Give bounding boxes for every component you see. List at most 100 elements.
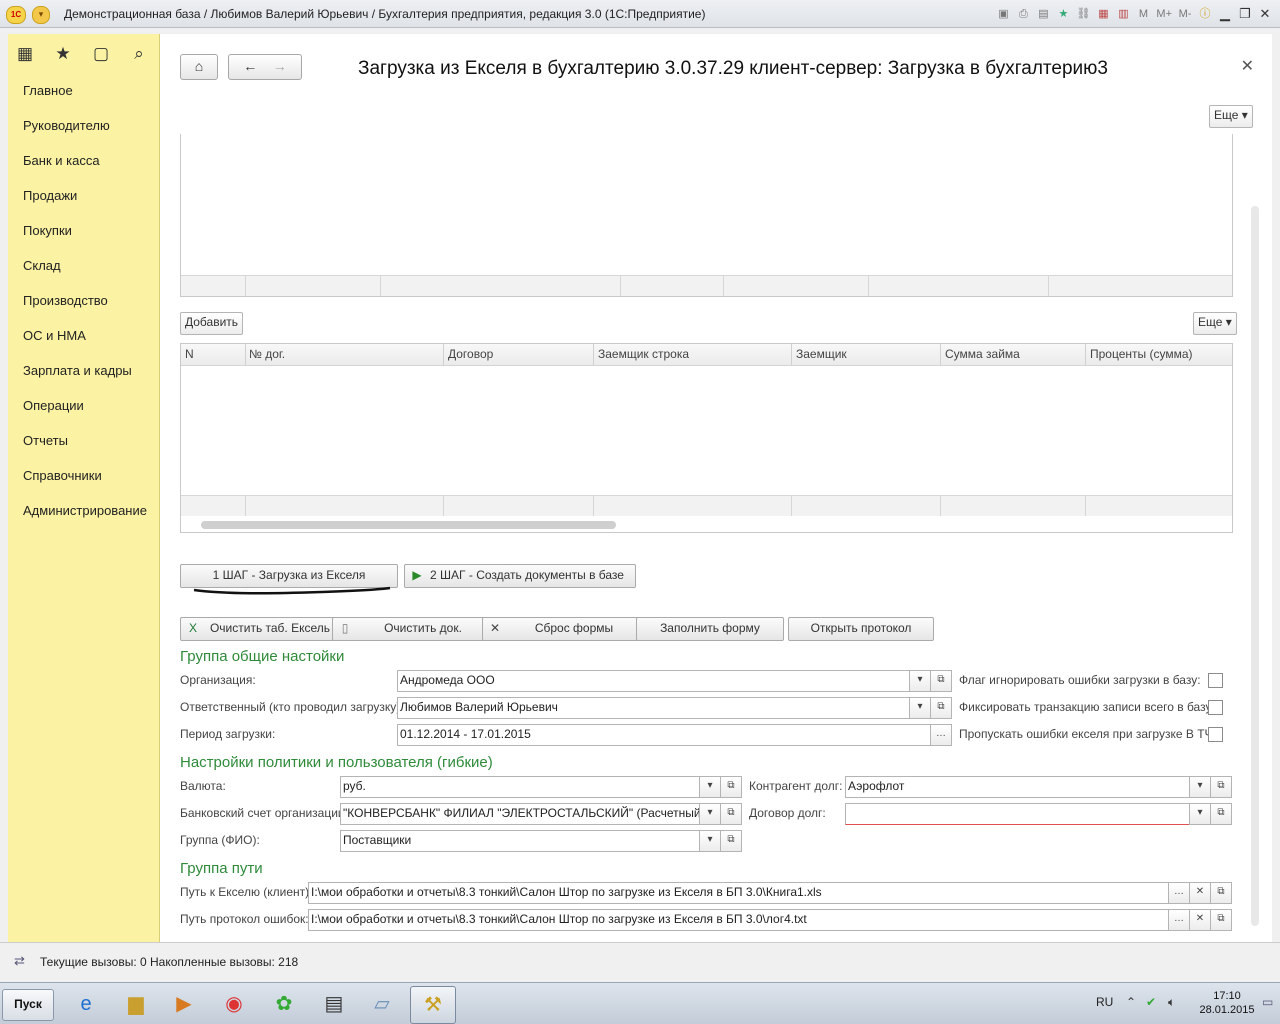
explorer-icon[interactable]: ▆ (114, 986, 158, 1022)
column-n[interactable]: N (185, 347, 194, 361)
memory-plus-button[interactable]: M+ (1156, 6, 1172, 22)
contract-field[interactable] (845, 803, 1193, 825)
column-borrower-string[interactable]: Заемщик строка (598, 347, 689, 361)
contractor-field[interactable]: Аэрофлот (845, 776, 1193, 798)
clear-docs-button[interactable]: ▯ Очистить док. (332, 617, 496, 641)
log-path-select-icon[interactable]: … (1168, 909, 1190, 931)
add-button[interactable]: Добавить (180, 312, 244, 335)
sidebar-item-production[interactable]: Производство (23, 293, 108, 308)
log-path-clear-icon[interactable]: ✕ (1189, 909, 1211, 931)
volume-icon[interactable]: 🔈︎ (1168, 995, 1175, 1010)
sidebar-item-salary[interactable]: Зарплата и кадры (23, 363, 132, 378)
column-contract[interactable]: Договор (448, 347, 493, 361)
star-icon[interactable]: ★ (54, 44, 72, 64)
close-icon[interactable]: ✕ (1241, 56, 1254, 76)
excel-table[interactable] (180, 134, 1233, 297)
vertical-scrollbar[interactable] (1251, 206, 1259, 926)
start-button[interactable]: Пуск (2, 989, 54, 1021)
sidebar-item-warehouse[interactable]: Склад (23, 258, 61, 273)
search-icon[interactable]: ⌕ (130, 44, 148, 64)
responsible-field[interactable]: Любимов Валерий Юрьевич (397, 697, 913, 719)
sidebar-item-sales[interactable]: Продажи (23, 188, 77, 203)
excel-path-open-icon[interactable]: ⧉ (1210, 882, 1232, 904)
org-field[interactable]: Андромеда ООО (397, 670, 913, 692)
responsible-open-icon[interactable]: ⧉ (930, 697, 952, 719)
1c-app-icon[interactable]: ⚒ (410, 986, 456, 1024)
sidebar-item-operations[interactable]: Операции (23, 398, 84, 413)
group-fio-field[interactable]: Поставщики (340, 830, 703, 852)
currency-dropdown-icon[interactable]: ▾ (699, 776, 721, 798)
flag-transaction-checkbox[interactable] (1208, 700, 1223, 715)
close-window-icon[interactable]: ✕ (1258, 6, 1272, 22)
show-desktop-icon[interactable]: ▭ (1262, 995, 1273, 1009)
chrome-icon[interactable]: ◉ (212, 986, 256, 1022)
log-path-field[interactable]: I:\мои обработки и отчеты\8.3 тонкий\Сал… (308, 909, 1172, 931)
apps-grid-icon[interactable]: ▦ (16, 44, 34, 64)
sidebar-item-purchases[interactable]: Покупки (23, 223, 72, 238)
org-open-icon[interactable]: ⧉ (930, 670, 952, 692)
step2-create-docs-button[interactable]: ▶ 2 ШАГ - Создать документы в базе (404, 564, 636, 588)
responsible-dropdown-icon[interactable]: ▾ (909, 697, 931, 719)
period-field[interactable]: 01.12.2014 - 17.01.2015 (397, 724, 934, 746)
memory-m-button[interactable]: M (1136, 6, 1150, 22)
flag-skip-checkbox[interactable] (1208, 727, 1223, 742)
memory-minus-button[interactable]: M- (1178, 6, 1192, 22)
history-icon[interactable]: ▢ (92, 44, 110, 64)
language-indicator[interactable]: RU (1096, 995, 1113, 1009)
excel-path-field[interactable]: I:\мои обработки и отчеты\8.3 тонкий\Сал… (308, 882, 1172, 904)
calendar-icon[interactable]: ▥ (1116, 6, 1130, 22)
more-button-top[interactable]: Еще ▾ (1209, 105, 1253, 128)
sidebar-item-fixed-assets[interactable]: ОС и НМА (23, 328, 86, 343)
favorites-icon[interactable]: ★ (1056, 6, 1070, 22)
ie-icon[interactable]: e (64, 986, 108, 1022)
sidebar-item-catalogs[interactable]: Справочники (23, 468, 102, 483)
group-fio-open-icon[interactable]: ⧉ (720, 830, 742, 852)
spreadsheet-icon[interactable]: ▦ (1096, 6, 1110, 22)
document-app-icon[interactable]: ▤ (312, 986, 356, 1022)
excel-path-clear-icon[interactable]: ✕ (1189, 882, 1211, 904)
tray-app-icon[interactable]: ✔ (1146, 995, 1156, 1009)
home-button[interactable]: ⌂ (180, 54, 218, 80)
sidebar-item-reports[interactable]: Отчеты (23, 433, 68, 448)
period-select-icon[interactable]: … (930, 724, 952, 746)
tray-expand-icon[interactable]: ⌃ (1126, 995, 1136, 1009)
reset-form-button[interactable]: ✕ Сброс формы (482, 617, 648, 641)
column-loan-amount[interactable]: Сумма займа (945, 347, 1020, 361)
excel-path-select-icon[interactable]: … (1168, 882, 1190, 904)
clear-excel-button[interactable]: X Очистить таб. Ексель (180, 617, 342, 641)
step1-load-excel-button[interactable]: 1 ШАГ - Загрузка из Екселя (180, 564, 398, 588)
back-arrow-icon[interactable]: ← (243, 58, 257, 74)
preview-icon[interactable]: ▤ (1036, 6, 1050, 22)
bank-account-field[interactable]: "КОНВЕРСБАНК" ФИЛИАЛ "ЭЛЕКТРОСТАЛЬСКИЙ" … (340, 803, 703, 825)
nav-back-forward[interactable]: ← → (228, 54, 302, 80)
sidebar-item-main[interactable]: Главное (23, 83, 73, 98)
minimize-icon[interactable]: ▁ (1218, 6, 1232, 22)
org-dropdown-icon[interactable]: ▾ (909, 670, 931, 692)
clock[interactable]: 17:10 28.01.2015 (1196, 989, 1258, 1017)
group-fio-dropdown-icon[interactable]: ▾ (699, 830, 721, 852)
contract-dropdown-icon[interactable]: ▾ (1189, 803, 1211, 825)
info-icon[interactable]: ⓘ (1198, 6, 1212, 22)
flag-ignore-checkbox[interactable] (1208, 673, 1223, 688)
link-icon[interactable]: ⛓ (1076, 6, 1090, 22)
more-button-table[interactable]: Еще ▾ (1193, 312, 1237, 335)
notes-icon[interactable]: ▱ (360, 986, 404, 1022)
restore-icon[interactable]: ❐ (1238, 6, 1252, 22)
currency-open-icon[interactable]: ⧉ (720, 776, 742, 798)
contractor-dropdown-icon[interactable]: ▾ (1189, 776, 1211, 798)
log-path-open-icon[interactable]: ⧉ (1210, 909, 1232, 931)
sidebar-item-admin[interactable]: Администрирование (23, 503, 147, 518)
contract-open-icon[interactable]: ⧉ (1210, 803, 1232, 825)
loans-table[interactable]: N № дог. Договор Заемщик строка Заемщик … (180, 343, 1233, 533)
media-player-icon[interactable]: ▶ (162, 986, 206, 1022)
icq-icon[interactable]: ✿ (262, 986, 306, 1022)
currency-field[interactable]: руб. (340, 776, 703, 798)
column-interest[interactable]: Проценты (сумма) (1090, 347, 1193, 361)
horizontal-scrollbar[interactable] (201, 521, 616, 529)
sidebar-item-manager[interactable]: Руководителю (23, 118, 110, 133)
fill-form-button[interactable]: Заполнить форму (636, 617, 784, 641)
contractor-open-icon[interactable]: ⧉ (1210, 776, 1232, 798)
column-contract-no[interactable]: № дог. (249, 347, 285, 361)
forward-arrow-icon[interactable]: → (273, 58, 287, 74)
main-menu-icon[interactable]: ▾ (32, 6, 50, 24)
